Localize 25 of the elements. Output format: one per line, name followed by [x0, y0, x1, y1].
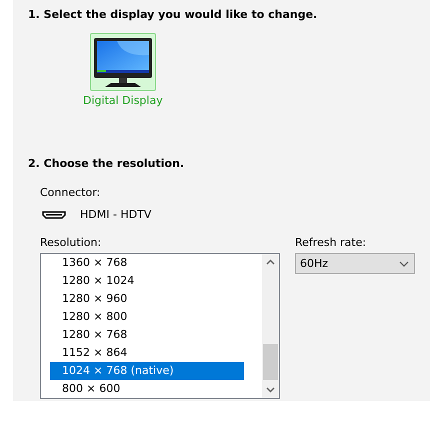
- hdmi-port-icon: [42, 210, 66, 218]
- section-heading: 1. Select the display you would like to change.: [28, 8, 318, 21]
- display-tile[interactable]: [90, 33, 156, 91]
- refresh-rate-label: Refresh rate:: [295, 236, 368, 249]
- chevron-down-icon: [399, 260, 409, 266]
- section-heading: 2. Choose the resolution.: [28, 157, 186, 170]
- resolution-item[interactable]: 1280 × 800: [50, 308, 244, 326]
- resolution-item[interactable]: 1360 × 768: [50, 254, 244, 272]
- resolution-item[interactable]: 1280 × 960: [50, 290, 244, 308]
- resolution-item[interactable]: 800 × 600: [50, 380, 244, 398]
- scroll-up-icon[interactable]: [266, 259, 275, 265]
- connector-label: Connector:: [40, 186, 102, 199]
- refresh-rate-dropdown[interactable]: 60Hz: [295, 253, 415, 274]
- resolution-item[interactable]: 1280 × 1024: [50, 272, 244, 290]
- resolution-item[interactable]: 1024 × 768 (native): [50, 362, 244, 380]
- display-label: Digital Display: [83, 94, 163, 107]
- resolution-list[interactable]: 1360 × 768 1280 × 1024 1280 × 960 1280 × 800 1280 × 768 1152 × 864 1024 × 768 (native) 800 × 600: [40, 253, 280, 399]
- resolution-item[interactable]: 1280 × 768: [50, 326, 244, 344]
- resolution-label: Resolution:: [40, 236, 102, 249]
- connector-value: HDMI - HDTV: [80, 208, 152, 221]
- scrollbar-thumb[interactable]: [263, 344, 278, 380]
- scrollbar[interactable]: [262, 254, 279, 398]
- resolution-item[interactable]: 1152 × 864: [50, 344, 244, 362]
- monitor-icon: [92, 35, 153, 89]
- scroll-down-icon[interactable]: [266, 387, 275, 393]
